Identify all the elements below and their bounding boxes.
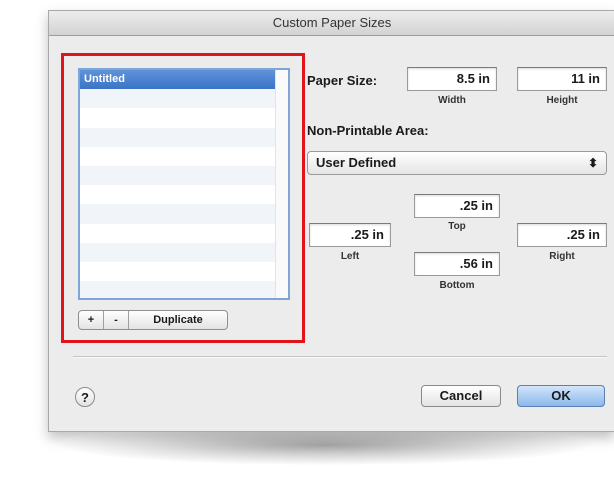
list-empty-row xyxy=(80,89,280,109)
non-printable-area-value: User Defined xyxy=(316,155,397,170)
list-empty-row xyxy=(80,224,280,243)
divider xyxy=(73,356,607,358)
top-margin-label: Top xyxy=(448,221,466,232)
dialog-title: Custom Paper Sizes xyxy=(49,11,614,36)
custom-paper-sizes-dialog: Custom Paper Sizes Untitled + - Duplicat… xyxy=(48,10,614,432)
list-item[interactable]: Untitled xyxy=(80,70,280,90)
list-empty-row xyxy=(80,185,280,204)
paper-size-list[interactable]: Untitled xyxy=(78,68,290,300)
left-margin-field[interactable]: .25 in xyxy=(309,223,391,247)
list-empty-row xyxy=(80,127,280,147)
ok-button[interactable]: OK xyxy=(517,385,605,407)
remove-button[interactable]: - xyxy=(104,311,129,329)
list-scrollbar[interactable] xyxy=(275,70,288,298)
bottom-margin-field[interactable]: .56 in xyxy=(414,252,500,276)
list-empty-row xyxy=(80,242,280,262)
cancel-button[interactable]: Cancel xyxy=(421,385,501,407)
list-button-group: + - Duplicate xyxy=(78,310,228,330)
right-margin-field[interactable]: .25 in xyxy=(517,223,607,247)
top-margin-field[interactable]: .25 in xyxy=(414,194,500,218)
paper-size-label: Paper Size: xyxy=(307,73,378,88)
list-empty-row xyxy=(80,147,280,166)
left-margin-label: Left xyxy=(340,251,360,262)
list-empty-row xyxy=(80,281,280,298)
duplicate-button[interactable]: Duplicate xyxy=(129,311,227,329)
bottom-margin-label: Bottom xyxy=(439,280,475,291)
help-button[interactable]: ? xyxy=(75,387,95,407)
list-empty-row xyxy=(80,108,280,127)
width-label: Width xyxy=(438,95,466,106)
right-margin-label: Right xyxy=(549,251,575,262)
list-empty-row xyxy=(80,165,280,186)
non-printable-area-label: Non-Printable Area: xyxy=(307,123,429,138)
height-label: Height xyxy=(546,95,578,106)
select-arrows-icon: ⬍ xyxy=(587,156,598,170)
width-field[interactable]: 8.5 in xyxy=(407,67,497,91)
non-printable-area-select[interactable]: User Defined ⬍ xyxy=(307,151,607,175)
highlight-box: Untitled + - Duplicate xyxy=(61,53,305,343)
list-empty-row xyxy=(80,204,280,224)
height-field[interactable]: 11 in xyxy=(517,67,607,91)
add-button[interactable]: + xyxy=(79,311,104,329)
list-empty-row xyxy=(80,262,280,281)
list-rows: Untitled xyxy=(80,70,280,298)
